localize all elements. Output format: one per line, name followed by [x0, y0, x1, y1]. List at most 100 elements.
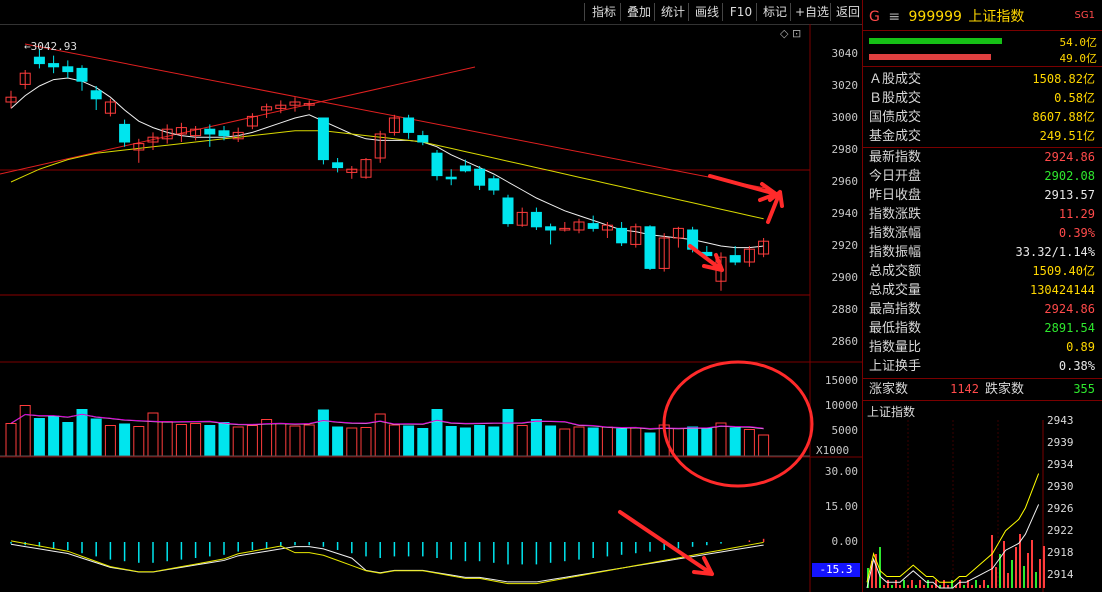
toolbar-indicator-button[interactable]: 指标 [584, 3, 623, 21]
volume-bar [729, 427, 741, 457]
volume-bar [5, 423, 17, 457]
volume-bar [190, 423, 202, 457]
volume-bar [19, 405, 31, 457]
volume-bar [48, 415, 60, 457]
volume-bar [204, 425, 216, 457]
stat-value: 130424144 [1029, 283, 1095, 297]
volume-bar [360, 427, 372, 457]
volume-bar [388, 424, 400, 457]
turnover-label: 国债成交 [869, 110, 922, 125]
mini-volume-bar [1039, 559, 1041, 588]
downtrend-line [24, 43, 771, 190]
price-axis-tick: 3040 [831, 47, 859, 60]
mini-volume-bar [975, 580, 977, 588]
red-arrow-annotation [708, 174, 778, 202]
mini-chart-title: 上证指数 [867, 405, 916, 419]
volume-bar [104, 425, 116, 457]
price-axis-tick: 2900 [831, 271, 859, 284]
mini-volume-bar [959, 580, 961, 588]
red-arrow-annotation [688, 244, 724, 272]
index-name: 上证指数 [968, 9, 1025, 25]
price-axis-tick: 2860 [831, 335, 859, 348]
menu-icon[interactable]: ≡ [888, 9, 900, 25]
high-marker-icon: ← [24, 40, 31, 53]
volume-bar [161, 421, 173, 457]
volume-bar [530, 419, 542, 457]
volume-bar [474, 425, 486, 457]
price-axis-tick: 2960 [831, 175, 859, 188]
chart-toolbar: 指标 叠加 统计 画线 F10 标记 +自选 返回 [0, 0, 862, 25]
toolbar-overlay-button[interactable]: 叠加 [620, 3, 657, 21]
chart-grid [0, 24, 862, 592]
volume-bar [630, 427, 642, 457]
mini-volume-bar [963, 585, 965, 588]
index-tag: SG1 [1074, 10, 1095, 21]
candle-body [48, 63, 60, 68]
stat-value: 2902.08 [1044, 169, 1095, 183]
breadth-row: 涨家数 1142 跌家数 355 [869, 380, 1099, 399]
toolbar-stats-button[interactable]: 统计 [654, 3, 691, 21]
mini-volume-bar [883, 585, 885, 588]
down-count-label: 跌家数 [985, 382, 1025, 397]
stat-value: 2924.86 [1044, 302, 1095, 316]
volume-bar [715, 422, 727, 457]
up-count-value: 1142 [950, 382, 979, 396]
volume-bar [644, 432, 656, 457]
toolbar-draw-button[interactable]: 画线 [688, 3, 725, 21]
turnover-row: 国债成交 8607.88亿 [869, 108, 1099, 127]
candle-body [218, 130, 230, 137]
sell-volume-value: 49.0亿 [1059, 52, 1098, 65]
volume-bar [743, 429, 755, 457]
volume-bar [502, 409, 514, 457]
volume-bar [701, 427, 713, 457]
stat-value: 0.89 [1066, 340, 1095, 354]
index-code: 999999 [908, 9, 962, 25]
toolbar-mark-button[interactable]: 标记 [756, 3, 793, 21]
stat-row: 指数涨跌 11.29 [869, 205, 1099, 224]
stat-row: 最低指数 2891.54 [869, 319, 1099, 338]
chart-settings-icons[interactable]: ◇ ⊡ [780, 27, 801, 40]
turnover-label: Ｂ股成交 [869, 91, 922, 106]
mini-axis-tick: 2926 [1047, 502, 1074, 515]
candle-body [76, 67, 88, 82]
mini-volume-bar [927, 580, 929, 588]
stat-row: 最高指数 2924.86 [869, 300, 1099, 319]
info-header: G ≡ 999999 上证指数 [869, 6, 1024, 26]
stat-row: 指数涨幅 0.39% [869, 224, 1099, 243]
toolbar-add-watchlist-button[interactable]: +自选 [790, 3, 833, 21]
mini-volume-bar [1031, 540, 1033, 588]
mini-volume-bar [895, 580, 897, 588]
turnover-row: Ｂ股成交 0.58亿 [869, 89, 1099, 108]
mini-volume-bar [899, 585, 901, 588]
volume-bar [261, 419, 273, 457]
stat-row: 指数量比 0.89 [869, 338, 1099, 357]
volume-bar [147, 412, 159, 457]
ma-white-line [10, 77, 764, 249]
macd-axis-tick: 30.00 [824, 465, 858, 478]
volume-bar [175, 424, 187, 457]
price-axis-tick: 3020 [831, 79, 859, 92]
price-axis-tick: 2880 [831, 303, 859, 316]
stat-row: 今日开盘 2902.08 [869, 167, 1099, 186]
volume-bar [573, 426, 585, 457]
volume-bar [317, 409, 329, 457]
candle-body [332, 162, 344, 169]
kline-chart[interactable] [0, 24, 862, 592]
mini-volume-bar [1023, 566, 1025, 588]
candle-body [445, 176, 457, 180]
candle-body [502, 197, 514, 225]
volume-bar [417, 428, 429, 457]
mini-volume-bar [919, 580, 921, 588]
volume-axis-tick: 5000 [831, 424, 859, 437]
toolbar-f10-button[interactable]: F10 [722, 3, 759, 21]
candle-body [90, 90, 102, 100]
volume-bar [545, 425, 557, 457]
toolbar-back-button[interactable]: 返回 [830, 3, 865, 21]
mini-volume-bar [891, 585, 893, 588]
turnover-row: Ａ股成交 1508.82亿 [869, 70, 1099, 89]
turnover-value: 249.51亿 [1039, 129, 1095, 143]
volume-bar [758, 434, 770, 457]
price-axis-tick: 2920 [831, 239, 859, 252]
volume-bar [232, 426, 244, 457]
volume-bar [672, 428, 684, 457]
